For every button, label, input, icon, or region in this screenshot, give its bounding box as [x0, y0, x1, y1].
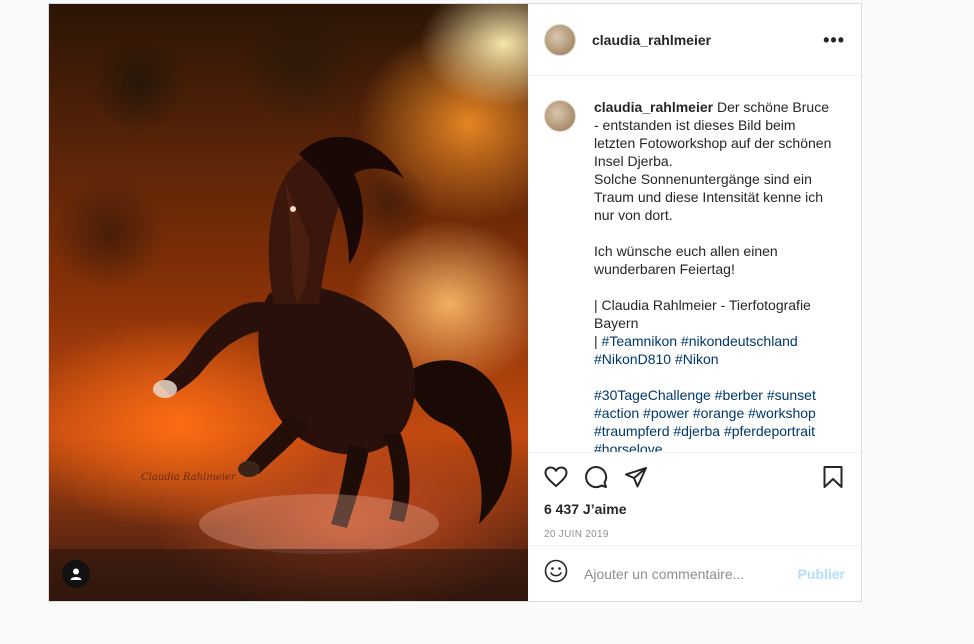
- caption-avatar[interactable]: [544, 100, 576, 132]
- post-card: Claudia Rahlmeier claudia_rahlmeier ••• …: [48, 3, 862, 602]
- post-header: claudia_rahlmeier •••: [528, 4, 861, 76]
- post-actions: 6 437 J’aime 20 JUIN 2019: [528, 452, 861, 545]
- caption-area[interactable]: claudia_rahlmeier Der schöne Bruce - ent…: [528, 76, 861, 452]
- horse-illustration: [49, 136, 528, 601]
- photo-watermark: Claudia Rahlmeier: [141, 472, 236, 483]
- hashtags-line-2: #30TageChallenge #berber #sunset #action…: [594, 387, 820, 452]
- post-photo[interactable]: Claudia Rahlmeier: [49, 4, 528, 601]
- more-horizontal-icon[interactable]: •••: [823, 31, 845, 49]
- hashtag-link[interactable]: #traumpferd: [594, 423, 669, 439]
- avatar[interactable]: [544, 23, 576, 56]
- comment-icon[interactable]: [584, 465, 608, 489]
- hashtags-line-1: #Teamnikon #nikondeutschland #NikonD810 …: [594, 333, 802, 367]
- comment-bar: Publier: [528, 545, 861, 601]
- tagged-user-icon[interactable]: [62, 560, 90, 588]
- caption-username[interactable]: claudia_rahlmeier: [594, 99, 713, 115]
- person-icon: [70, 568, 82, 580]
- hashtag-link[interactable]: #sunset: [767, 387, 816, 403]
- bookmark-icon[interactable]: [821, 465, 845, 489]
- hashtag-link[interactable]: #action: [594, 405, 639, 421]
- heart-icon[interactable]: [544, 465, 568, 489]
- emoji-icon[interactable]: [544, 559, 568, 588]
- comment-input[interactable]: [582, 564, 798, 583]
- likes-count[interactable]: 6 437 J’aime: [544, 501, 845, 517]
- publish-button[interactable]: Publier: [798, 566, 845, 582]
- hashtag-link[interactable]: #berber: [715, 387, 763, 403]
- hashtag-link[interactable]: #horselove: [594, 441, 663, 452]
- hashtag-link[interactable]: #workshop: [748, 405, 816, 421]
- hashtag-link[interactable]: #30TageChallenge: [594, 387, 711, 403]
- post-author-username[interactable]: claudia_rahlmeier: [592, 32, 711, 48]
- caption-text: claudia_rahlmeier Der schöne Bruce - ent…: [594, 98, 834, 452]
- hashtag-link[interactable]: #pferdeportrait: [724, 423, 815, 439]
- hashtag-link[interactable]: #djerba: [673, 423, 720, 439]
- hashtag-link[interactable]: #power: [643, 405, 689, 421]
- caption-body: Der schöne Bruce - entstanden ist dieses…: [594, 99, 832, 349]
- action-icons: [544, 463, 845, 491]
- share-icon[interactable]: [624, 465, 648, 489]
- hashtag-link[interactable]: #NikonD810: [594, 351, 671, 367]
- hashtag-link[interactable]: #Teamnikon: [602, 333, 678, 349]
- hashtag-link[interactable]: #nikondeutschland: [681, 333, 798, 349]
- post-sidebar: claudia_rahlmeier ••• claudia_rahlmeier …: [528, 4, 861, 601]
- hashtag-link[interactable]: #Nikon: [675, 351, 719, 367]
- post-date[interactable]: 20 JUIN 2019: [544, 529, 845, 540]
- hashtag-link[interactable]: #orange: [693, 405, 744, 421]
